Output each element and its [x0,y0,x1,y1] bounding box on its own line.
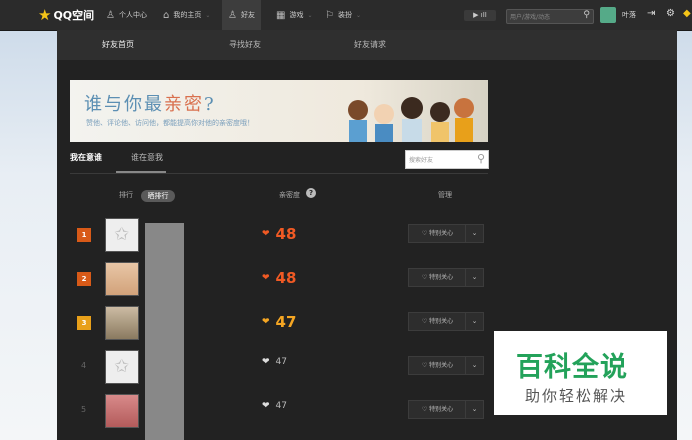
nav-decorate[interactable]: ⚐ 装扮 ⌄ [325,0,361,30]
shirt-icon: ⚐ [325,9,334,21]
username[interactable]: 叶落 [622,10,636,20]
friends-tabs: 好友首页 寻找好友 好友请求 [57,30,677,60]
rank-number: 5 [81,405,87,414]
rank-crown-icon: 1 [77,228,91,242]
watermark-logo: 百科全说 助你轻松解决 [494,331,667,415]
chevron-down-icon: ⌄ [307,11,313,19]
intimacy-header: 亲密度 [279,191,300,199]
rank-crown-icon: 2 [77,272,91,286]
tab-friends-home[interactable]: 好友首页 [102,39,134,50]
home-icon: ⌂ [163,9,170,21]
friends-icon: ♙ [228,9,237,21]
intimacy-banner[interactable]: 谁与你最亲密? 赞他、评论他、访问他，都能提高你对他的亲密度哦！ [70,80,488,142]
intimacy-score: ❤ 48 [262,225,297,243]
notification-icon[interactable]: ◆ [683,8,691,19]
friend-avatar[interactable]: ✩ [105,218,139,252]
rank-header: 排行 [119,191,133,199]
rank-number: 4 [81,361,87,370]
top-search-input[interactable]: 用户/游戏/动态 ⚲ [506,9,594,24]
chevron-down-icon[interactable]: ⌄ [465,312,484,331]
active-tab-underline [116,171,166,173]
heart-icon: ❤ [262,273,270,283]
chevron-down-icon[interactable]: ⌄ [465,400,484,419]
chevron-down-icon[interactable]: ⌄ [465,224,484,243]
brand-name: QQ空间 [53,9,95,22]
banner-headline: 谁与你最亲密? [84,94,216,115]
music-player-button[interactable]: ▶ ıII [464,10,496,21]
heart-icon: ❤ [262,229,270,239]
chevron-down-icon: ⌄ [355,11,361,19]
friend-search-input[interactable]: 搜索好友 ⚲ [405,150,489,169]
special-care-button[interactable]: ♡ 特别关心 [408,224,467,243]
cartoon-people-illustration [348,97,474,142]
chevron-down-icon[interactable]: ⌄ [465,268,484,287]
intimacy-score: ❤ 47 [262,357,287,367]
friend-row[interactable]: 1 ✩ ❤ 48 ♡ 特别关心 ⌄ [57,215,677,259]
intimacy-score: ❤ 47 [262,401,287,411]
tab-find-friends[interactable]: 寻找好友 [229,39,261,50]
nav-games[interactable]: ▦ 游戏 ⌄ [276,0,312,30]
top-navigation-bar: ★ QQ空间 ♙ 个人中心 ⌂ 我的主页 ⌄ ♙ 好友 ▦ 游戏 ⌄ ⚐ 装扮 ⌄ ▶ ıII … [0,0,692,31]
tab-who-cares-me[interactable]: 谁在意我 [131,152,163,163]
heart-icon: ❤ [262,401,270,411]
star-icon: ✩ [114,356,130,377]
user-avatar[interactable] [600,7,616,23]
friend-avatar[interactable] [105,306,139,340]
friend-avatar[interactable]: ✩ [105,350,139,384]
person-icon: ♙ [106,9,115,21]
intimacy-score: ❤ 47 [262,313,297,331]
star-icon: ✩ [114,224,130,245]
special-care-button[interactable]: ♡ 特别关心 [408,268,467,287]
tab-who-i-care[interactable]: 我在意谁 [70,152,102,163]
special-care-button[interactable]: ♡ 特别关心 [408,400,467,419]
star-icon: ★ [38,5,52,24]
nav-personal-center[interactable]: ♙ 个人中心 [106,0,147,30]
manage-header: 管理 [438,191,452,199]
grid-icon: ▦ [276,9,286,21]
friend-row[interactable]: 2 ❤ 48 ♡ 特别关心 ⌄ [57,259,677,303]
heart-icon: ❤ [262,317,270,327]
help-icon[interactable]: ? [306,188,316,198]
special-care-button[interactable]: ♡ 特别关心 [408,356,467,375]
intimacy-score: ❤ 48 [262,269,297,287]
tab-friend-requests[interactable]: 好友请求 [354,39,386,50]
friend-avatar[interactable] [105,262,139,296]
friend-avatar[interactable] [105,394,139,428]
qzone-logo[interactable]: ★ QQ空间 [38,7,94,23]
special-care-button[interactable]: ♡ 特别关心 [408,312,467,331]
search-icon[interactable]: ⚲ [477,152,485,165]
nav-friends[interactable]: ♙ 好友 [222,0,261,30]
chevron-down-icon: ⌄ [205,11,211,19]
heart-icon: ❤ [262,357,270,367]
gear-icon[interactable]: ⚙ [666,8,675,19]
banner-subline: 赞他、评论他、访问他，都能提高你对他的亲密度哦！ [86,119,254,127]
logout-icon[interactable]: ⇥ [647,8,655,19]
search-icon[interactable]: ⚲ [583,10,590,20]
divider [70,173,488,174]
chevron-down-icon[interactable]: ⌄ [465,356,484,375]
rank-crown-icon: 3 [77,316,91,330]
nav-my-homepage[interactable]: ⌂ 我的主页 ⌄ [163,0,210,30]
share-rank-button[interactable]: 晒排行 [141,190,175,202]
